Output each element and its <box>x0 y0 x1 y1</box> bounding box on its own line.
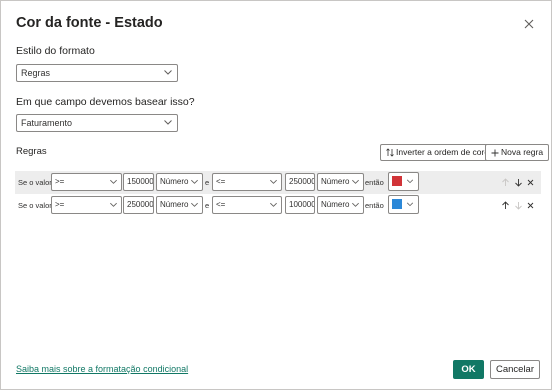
value-2-input[interactable]: 100000 <box>285 196 315 214</box>
based-on-field-value: Faturamento <box>21 118 73 128</box>
plus-icon <box>491 149 499 157</box>
type-1-dropdown[interactable]: Número <box>156 173 203 191</box>
rules-label: Regras <box>16 146 47 157</box>
chevron-down-icon <box>270 202 277 207</box>
and-label: e <box>205 178 210 187</box>
delete-x-icon[interactable] <box>526 201 535 210</box>
if-value-label: Se o valor <box>18 178 52 187</box>
type-1-value: Número <box>160 200 189 209</box>
type-2-dropdown[interactable]: Número <box>317 196 364 214</box>
format-style-dropdown[interactable]: Regras <box>16 64 178 82</box>
chevron-down-icon <box>406 202 414 207</box>
type-2-dropdown[interactable]: Número <box>317 173 364 191</box>
arrow-up-icon[interactable] <box>501 178 510 187</box>
rule-2-color-picker[interactable] <box>388 195 419 214</box>
then-label: então <box>365 201 384 210</box>
new-rule-button[interactable]: Nova regra <box>485 144 550 161</box>
type-2-value: Número <box>321 200 350 209</box>
new-rule-label: Nova regra <box>501 147 544 157</box>
rule-row-1: Se o valor >= 150000 Número e <= 250000 … <box>15 171 541 194</box>
color-swatch <box>392 176 402 186</box>
value-1-text: 150000 <box>127 177 154 186</box>
type-1-dropdown[interactable]: Número <box>156 196 203 214</box>
operator-1-dropdown[interactable]: >= <box>51 196 122 214</box>
swap-order-icon <box>386 148 394 157</box>
cancel-button[interactable]: Cancelar <box>490 360 540 379</box>
format-style-label: Estilo do formato <box>16 45 95 57</box>
chevron-down-icon <box>110 202 117 207</box>
then-label: então <box>365 178 384 187</box>
and-label: e <box>205 201 210 210</box>
chevron-down-icon <box>191 179 198 184</box>
type-2-value: Número <box>321 177 350 186</box>
format-style-value: Regras <box>21 68 51 78</box>
chevron-down-icon <box>352 202 359 207</box>
operator-2-dropdown[interactable]: <= <box>212 173 282 191</box>
field-question-label: Em que campo devemos basear isso? <box>16 96 195 108</box>
based-on-field-dropdown[interactable]: Faturamento <box>16 114 178 132</box>
arrow-up-icon[interactable] <box>501 201 510 210</box>
dialog-title: Cor da fonte - Estado <box>16 15 163 31</box>
chevron-down-icon <box>270 179 277 184</box>
operator-1-value: >= <box>55 200 65 209</box>
arrow-down-icon[interactable] <box>514 178 523 187</box>
close-icon[interactable] <box>522 17 536 31</box>
chevron-down-icon <box>352 179 359 184</box>
type-1-value: Número <box>160 177 189 186</box>
chevron-down-icon <box>164 120 172 125</box>
operator-1-value: >= <box>55 177 65 186</box>
invert-color-order-button[interactable]: Inverter a ordem de cores <box>380 144 500 161</box>
chevron-down-icon <box>406 179 414 184</box>
value-1-input[interactable]: 250000 <box>123 196 154 214</box>
value-2-text: 100000 <box>289 200 315 209</box>
value-2-input[interactable]: 250000 <box>285 173 315 191</box>
learn-more-link[interactable]: Saiba mais sobre a formatação condiciona… <box>16 364 188 374</box>
value-2-text: 250000 <box>289 177 315 186</box>
operator-2-value: <= <box>216 177 226 186</box>
if-value-label: Se o valor <box>18 201 52 210</box>
ok-button[interactable]: OK <box>453 360 484 379</box>
rule-1-color-picker[interactable] <box>388 172 419 191</box>
rule-row-2: Se o valor >= 250000 Número e <= 100000 … <box>15 194 541 217</box>
chevron-down-icon <box>191 202 198 207</box>
value-1-input[interactable]: 150000 <box>123 173 154 191</box>
chevron-down-icon <box>164 70 172 75</box>
operator-1-dropdown[interactable]: >= <box>51 173 122 191</box>
operator-2-value: <= <box>216 200 226 209</box>
arrow-down-icon[interactable] <box>514 201 523 210</box>
operator-2-dropdown[interactable]: <= <box>212 196 282 214</box>
conditional-format-dialog: Cor da fonte - Estado Estilo do formato … <box>0 0 552 390</box>
value-1-text: 250000 <box>127 200 154 209</box>
chevron-down-icon <box>110 179 117 184</box>
color-swatch <box>392 199 402 209</box>
delete-x-icon[interactable] <box>526 178 535 187</box>
invert-color-order-label: Inverter a ordem de cores <box>396 147 494 157</box>
